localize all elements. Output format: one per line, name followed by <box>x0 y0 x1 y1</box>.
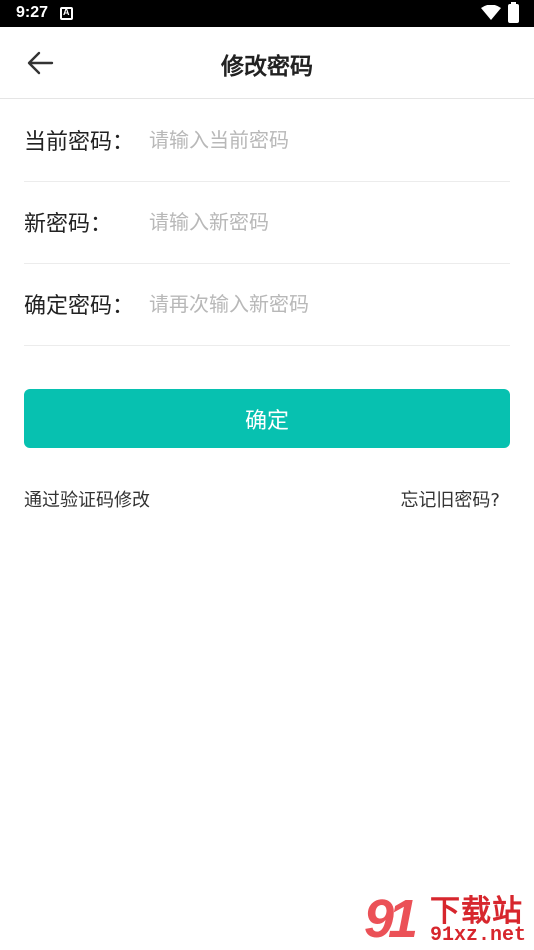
new-password-label: 新密码： <box>24 212 113 237</box>
a-badge-icon: A <box>60 7 73 20</box>
status-time: 9:27 <box>16 4 49 21</box>
page-title: 修改密码 <box>221 54 313 80</box>
current-password-row: 当前密码： <box>24 100 510 182</box>
battery-icon <box>508 2 519 23</box>
password-form: 当前密码： 新密码： 确定密码： <box>24 100 510 346</box>
current-password-input[interactable] <box>149 120 489 160</box>
watermark-url: 91xz.net <box>430 924 527 947</box>
confirm-password-row: 确定密码： <box>24 264 510 346</box>
confirm-button[interactable]: 确定 <box>24 389 510 448</box>
header: 修改密码 <box>0 27 534 99</box>
verify-code-link[interactable]: 通过验证码修改 <box>24 486 150 512</box>
confirm-password-label: 确定密码： <box>24 294 135 319</box>
confirm-password-input[interactable] <box>149 284 489 324</box>
new-password-row: 新密码： <box>24 182 510 264</box>
current-password-label: 当前密码： <box>24 130 135 155</box>
watermark-logo: 91 下载站 91xz.net <box>362 884 534 950</box>
status-bar: 9:27 A <box>0 0 534 27</box>
wifi-icon <box>481 5 501 20</box>
forgot-password-link[interactable]: 忘记旧密码? <box>400 486 500 512</box>
new-password-input[interactable] <box>149 202 489 242</box>
watermark-mark: 91 <box>364 889 418 949</box>
